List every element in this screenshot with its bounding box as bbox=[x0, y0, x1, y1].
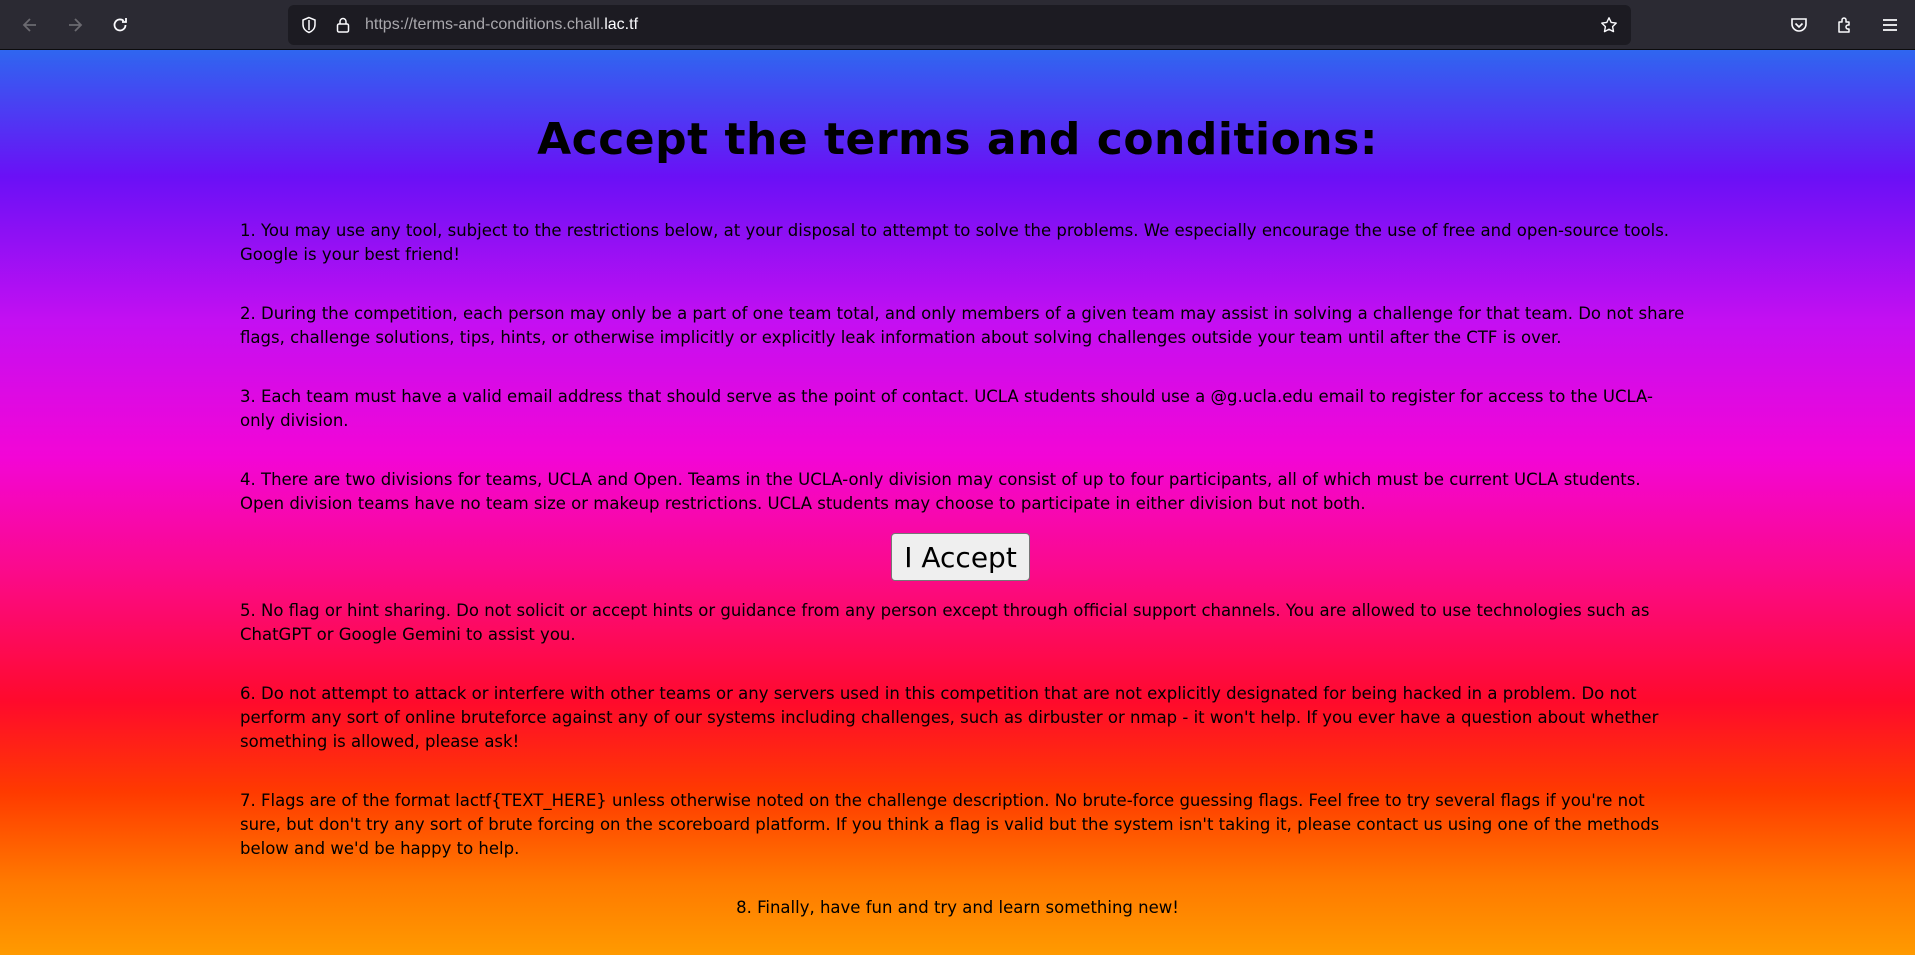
address-bar[interactable]: https://terms-and-conditions.chall.lac.t… bbox=[288, 5, 1631, 45]
extensions-icon[interactable] bbox=[1829, 9, 1861, 41]
page-title: Accept the terms and conditions: bbox=[537, 114, 1378, 165]
page-content: Accept the terms and conditions: 1. You … bbox=[0, 50, 1915, 955]
accept-button[interactable]: I Accept bbox=[891, 533, 1030, 581]
term-7: 7. Flags are of the format lactf{TEXT_HE… bbox=[240, 791, 1660, 858]
browser-toolbar: https://terms-and-conditions.chall.lac.t… bbox=[0, 0, 1915, 50]
forward-arrow-icon[interactable] bbox=[59, 9, 91, 41]
reload-icon[interactable] bbox=[104, 9, 136, 41]
menu-icon[interactable] bbox=[1874, 9, 1906, 41]
shield-icon[interactable] bbox=[299, 15, 319, 35]
url-prefix: https://terms-and-conditions.chall. bbox=[365, 16, 605, 33]
term-8: 8. Finally, have fun and try and learn s… bbox=[736, 898, 1179, 917]
pocket-icon[interactable] bbox=[1783, 9, 1815, 41]
term-6: 6. Do not attempt to attack or interfere… bbox=[240, 684, 1659, 751]
term-5: 5. No flag or hint sharing. Do not solic… bbox=[240, 601, 1650, 644]
term-3: 3. Each team must have a valid email add… bbox=[240, 387, 1653, 430]
url-text[interactable]: https://terms-and-conditions.chall.lac.t… bbox=[365, 5, 638, 45]
term-2: 2. During the competition, each person m… bbox=[240, 304, 1685, 347]
term-4: 4. There are two divisions for teams, UC… bbox=[240, 470, 1641, 513]
lock-icon[interactable] bbox=[333, 15, 353, 35]
back-arrow-icon[interactable] bbox=[14, 9, 46, 41]
star-icon[interactable] bbox=[1599, 15, 1619, 35]
url-host: lac.tf bbox=[604, 16, 639, 33]
term-1: 1. You may use any tool, subject to the … bbox=[240, 221, 1670, 264]
